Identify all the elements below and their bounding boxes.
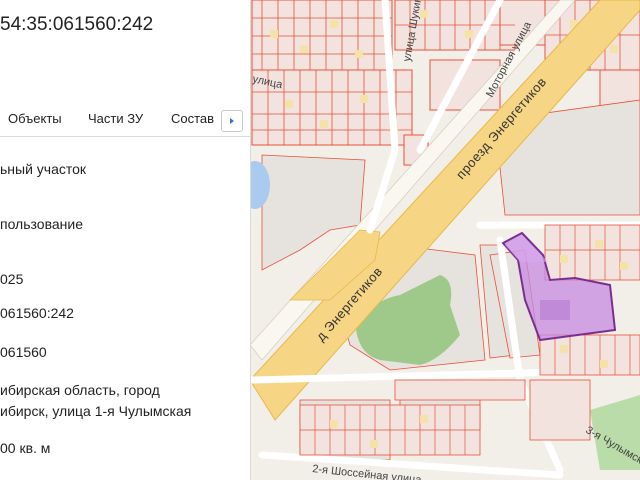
parcel-info-panel: 54:35:061560:242 Объекты Части ЗУ Состав… [0, 0, 251, 480]
info-type: ьный участок [0, 161, 87, 177]
tab-composition[interactable]: Состав [171, 111, 214, 126]
info-address-line1: ибирская область, город [0, 382, 160, 398]
info-year: 025 [0, 271, 24, 287]
chevron-right-icon [230, 118, 234, 124]
info-address-line2: ибирск, улица 1-я Чулымская [0, 403, 192, 419]
tab-next-button[interactable] [221, 110, 243, 132]
info-quarter: 061560 [0, 344, 47, 360]
info-usage: пользование [0, 216, 83, 232]
cadastral-number-title: 54:35:061560:242 [0, 14, 154, 35]
tab-parts[interactable]: Части ЗУ [88, 111, 143, 126]
tab-objects[interactable]: Объекты [8, 111, 62, 126]
info-area: 00 кв. м [0, 440, 51, 456]
panel-tabs: Объекты Части ЗУ Состав [0, 104, 250, 137]
info-number: 061560:242 [0, 305, 74, 321]
